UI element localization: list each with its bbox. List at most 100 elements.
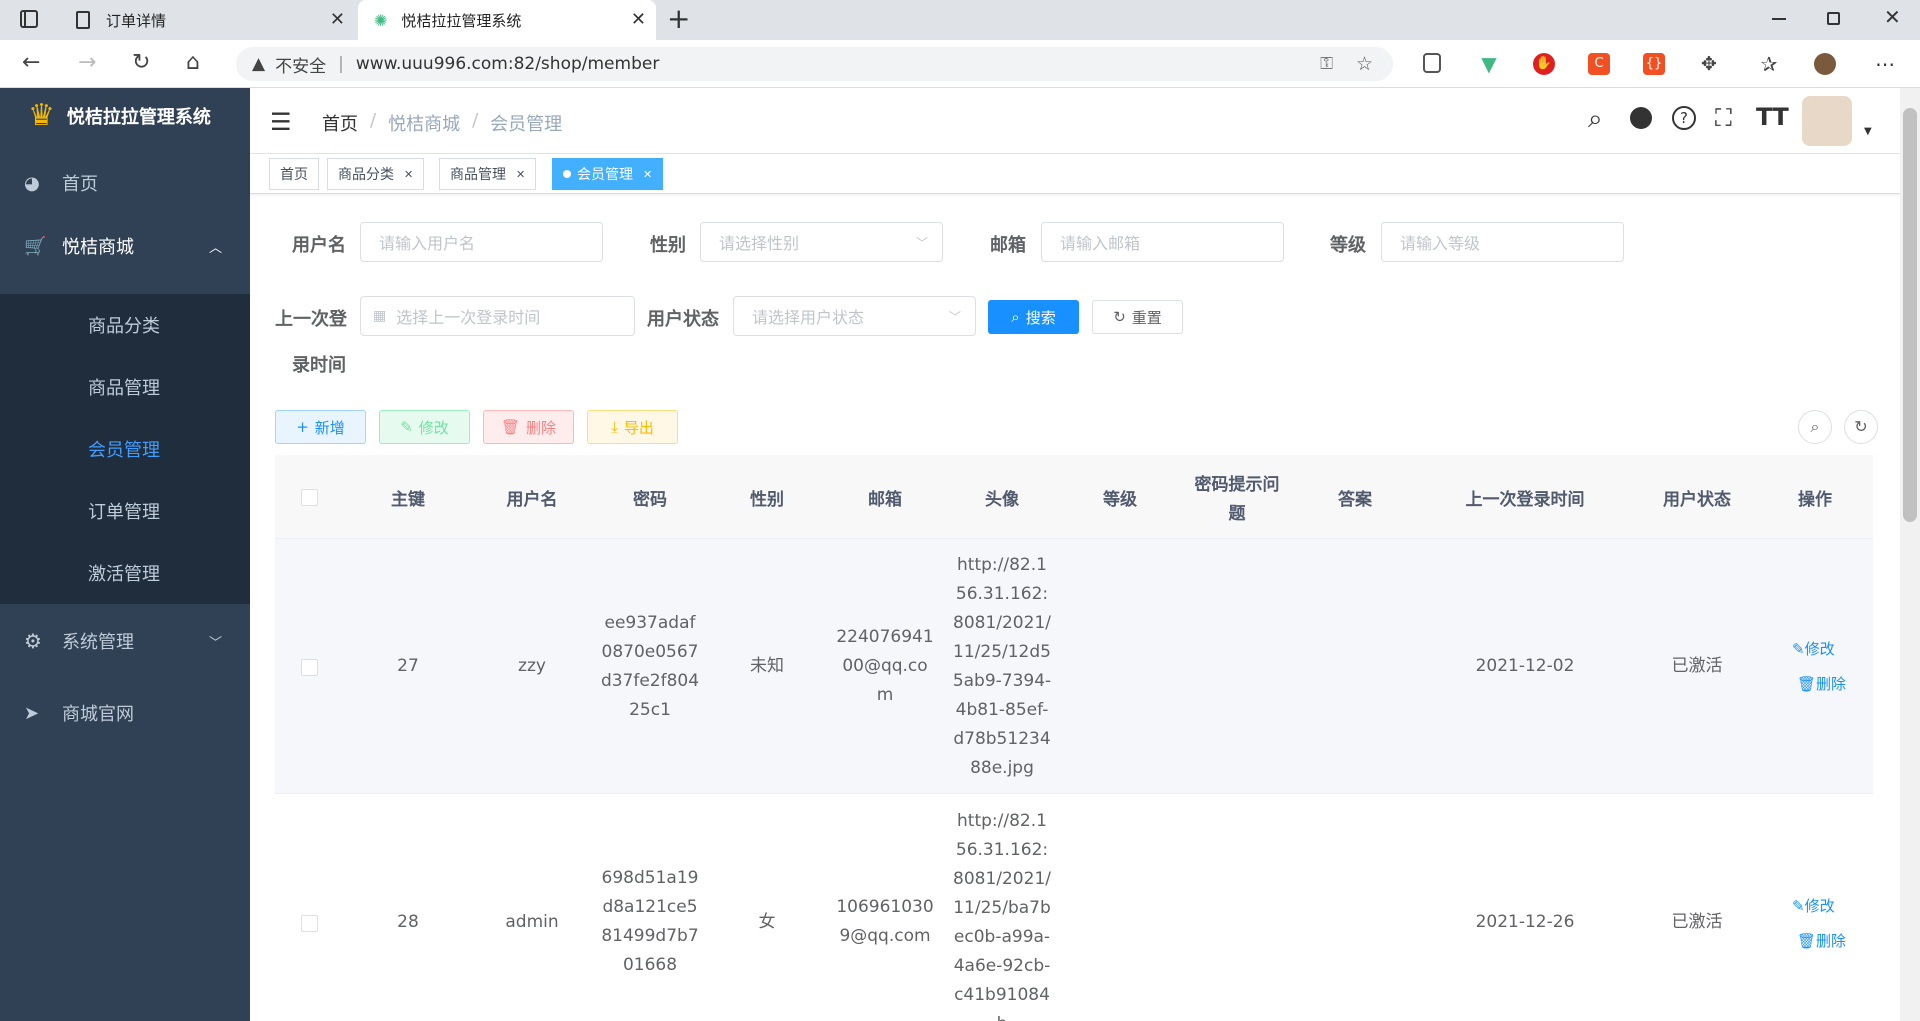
- warning-icon: ▲: [252, 54, 266, 74]
- json-extension-icon[interactable]: {}: [1643, 53, 1665, 75]
- sidebar-subitem-activation[interactable]: 激活管理: [0, 542, 250, 604]
- delete-button[interactable]: 🗑 删除: [483, 410, 574, 444]
- column-header: 答案: [1338, 490, 1372, 510]
- scrollbar-thumb[interactable]: [1903, 108, 1917, 522]
- favorite-add-icon[interactable]: ☆: [1356, 53, 1373, 75]
- close-tab-icon[interactable]: ✕: [631, 9, 646, 30]
- gender-select[interactable]: 请选择性别 ﹀: [700, 222, 943, 262]
- trash-icon: 🗑: [1797, 932, 1817, 950]
- profile-avatar[interactable]: [1814, 53, 1836, 75]
- navbar: ☰ 首页 / 悦桔商城 / 会员管理 ⌕ ? ⛶ ꓔT ▼: [250, 88, 1900, 154]
- active-dot-icon: [563, 170, 571, 178]
- search-button[interactable]: ⌕ 搜索: [988, 300, 1079, 334]
- key-icon[interactable]: ⚿: [1320, 54, 1333, 74]
- user-avatar[interactable]: [1802, 96, 1852, 146]
- column-header: 邮箱: [868, 490, 902, 510]
- sidebar-item-mall[interactable]: 🛒 悦桔商城 ︿: [0, 215, 250, 277]
- tag-member-active[interactable]: 会员管理 ✕: [552, 158, 664, 190]
- tag-goods[interactable]: 商品管理 ✕: [439, 158, 537, 190]
- row-checkbox[interactable]: [301, 915, 318, 932]
- hamburger-icon[interactable]: ☰: [270, 108, 292, 136]
- cart-icon: 🛒: [24, 235, 47, 257]
- row-delete-link[interactable]: 🗑删除: [1797, 930, 1846, 951]
- export-button[interactable]: ⤓ 导出: [587, 410, 678, 444]
- gear-icon: ⚙: [24, 629, 42, 653]
- column-header: 性别: [750, 490, 784, 510]
- row-checkbox[interactable]: [301, 659, 318, 676]
- row-delete-label: 删除: [1816, 675, 1847, 693]
- column-header: 用户状态: [1663, 490, 1731, 510]
- add-button[interactable]: + 新增: [275, 410, 366, 444]
- search-icon[interactable]: ⌕: [1588, 104, 1603, 135]
- row-delete-link[interactable]: 🗑删除: [1797, 673, 1846, 694]
- cell-email: 22407694100@qq.com: [836, 627, 934, 705]
- close-window-icon[interactable]: ✕: [1884, 5, 1901, 29]
- c-extension-icon[interactable]: C: [1588, 53, 1610, 75]
- tag-home[interactable]: 首页: [269, 158, 319, 190]
- close-icon[interactable]: ✕: [643, 168, 652, 181]
- back-icon[interactable]: ←: [22, 50, 40, 75]
- sidebar-item-system[interactable]: ⚙ 系统管理 ﹀: [0, 610, 250, 672]
- reset-button-label: 重置: [1131, 308, 1162, 327]
- row-edit-link[interactable]: ✎修改: [1792, 895, 1835, 916]
- username-input[interactable]: 请输入用户名: [360, 222, 603, 262]
- app-title: 悦桔拉拉管理系统: [66, 106, 211, 128]
- toggle-search-icon[interactable]: ⌕: [1798, 410, 1832, 444]
- extensions-icon[interactable]: ✥: [1698, 53, 1720, 75]
- sidebar-subitem-label: 商品管理: [88, 378, 160, 399]
- sidebar-subitem-member[interactable]: 会员管理: [0, 418, 250, 480]
- column-header: 头像: [985, 490, 1019, 510]
- forward-icon[interactable]: →: [78, 50, 96, 75]
- refresh-table-icon[interactable]: ↻: [1844, 410, 1878, 444]
- address-bar[interactable]: ▲ 不安全 | www.uuu996.com:82/shop/member ⚿ …: [236, 47, 1393, 81]
- more-icon[interactable]: ⋯: [1874, 53, 1896, 75]
- github-icon[interactable]: [1630, 107, 1652, 129]
- home-icon[interactable]: ⌂: [186, 50, 200, 75]
- breadcrumb-home[interactable]: 首页: [322, 110, 358, 136]
- sidebar-subitem-goods[interactable]: 商品管理: [0, 356, 250, 418]
- breadcrumb-separator: /: [472, 110, 479, 131]
- sidebar-subitem-label: 订单管理: [88, 502, 160, 523]
- collections-icon[interactable]: [1423, 53, 1441, 73]
- vue-devtools-icon[interactable]: ▼: [1478, 53, 1500, 75]
- tag-category[interactable]: 商品分类 ✕: [327, 158, 425, 190]
- sidebar-item-home[interactable]: ◕ 首页: [0, 158, 250, 208]
- minimize-icon[interactable]: [1772, 18, 1786, 20]
- help-icon[interactable]: ?: [1672, 106, 1696, 130]
- font-size-icon[interactable]: ꓔT: [1756, 103, 1789, 131]
- cell-id: 28: [397, 912, 419, 932]
- adblock-icon[interactable]: ✋: [1533, 53, 1555, 75]
- restore-icon[interactable]: [1827, 12, 1840, 25]
- status-select[interactable]: 请选择用户状态 ﹀: [733, 296, 976, 336]
- row-edit-link[interactable]: ✎修改: [1792, 638, 1835, 659]
- edit-button[interactable]: ✎ 修改: [379, 410, 470, 444]
- close-icon[interactable]: ✕: [516, 168, 525, 181]
- new-tab-icon[interactable]: +: [667, 2, 690, 35]
- fullscreen-icon[interactable]: ⛶: [1715, 104, 1732, 132]
- tab-actions-icon[interactable]: [20, 10, 38, 28]
- close-icon[interactable]: ✕: [404, 168, 413, 181]
- lastlogin-date-picker[interactable]: ▦ 选择上一次登录时间: [360, 296, 635, 336]
- sidebar-subitem-category[interactable]: 商品分类: [0, 294, 250, 356]
- dashboard-icon: ◕: [24, 172, 40, 194]
- browser-tab-active[interactable]: ✺ 悦桔拉拉管理系统 ✕: [358, 0, 656, 40]
- favorites-icon[interactable]: ✰: [1758, 53, 1780, 75]
- refresh-icon[interactable]: ↻: [132, 50, 150, 75]
- browser-tab[interactable]: 订单详情 ✕: [60, 0, 355, 40]
- search-icon: ⌕: [1011, 308, 1020, 326]
- level-input[interactable]: 请输入等级: [1381, 222, 1624, 262]
- caret-down-icon[interactable]: ▼: [1864, 126, 1872, 137]
- trash-icon: 🗑: [500, 418, 521, 436]
- select-all-checkbox[interactable]: [301, 489, 318, 506]
- app-favicon-icon: ✺: [374, 10, 388, 30]
- sidebar-item-website[interactable]: ➤ 商城官网: [0, 682, 250, 744]
- page-icon: [76, 11, 90, 29]
- email-input[interactable]: 请输入邮箱: [1041, 222, 1284, 262]
- sidebar-subitem-order[interactable]: 订单管理: [0, 480, 250, 542]
- sidebar-subitem-label: 商品分类: [88, 316, 160, 337]
- cell-last-login: 2021-12-26: [1475, 912, 1575, 932]
- reset-button[interactable]: ↻ 重置: [1092, 300, 1183, 334]
- edit-icon: ✎: [1792, 897, 1805, 915]
- close-tab-icon[interactable]: ✕: [330, 9, 345, 30]
- logo: ♛ 悦桔拉拉管理系统: [0, 88, 250, 143]
